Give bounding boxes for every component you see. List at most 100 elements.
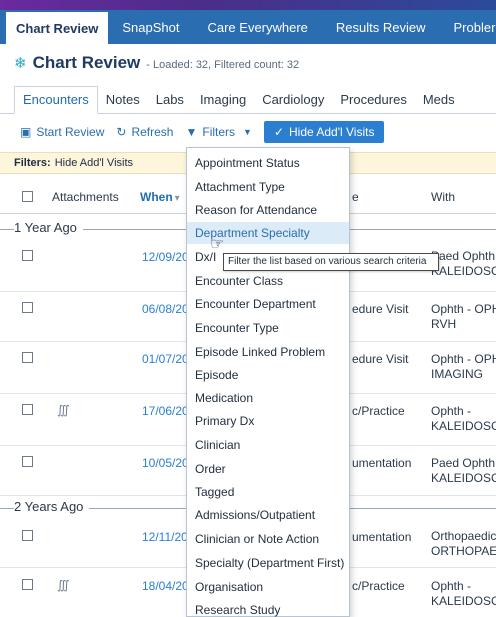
row-with: Ophth -KALEIDOSCO — [431, 579, 496, 609]
tab-chart-review[interactable]: Chart Review — [6, 10, 109, 44]
row-with: Paed OphthKALEIDOSCO — [431, 456, 496, 486]
tab-care-everywhere[interactable]: Care Everywhere — [193, 10, 321, 44]
row-type: c/Practice — [352, 404, 405, 418]
column-with[interactable]: With — [431, 190, 455, 204]
menu-item-encounter-type[interactable]: Encounter Type — [187, 317, 349, 339]
row-type: umentation — [352, 456, 412, 470]
start-review-label: Start Review — [36, 125, 105, 139]
menu-item-appointment-status[interactable]: Appointment Status — [187, 152, 349, 174]
hide-additional-visits-button[interactable]: ✓ Hide Add'l Visits — [263, 121, 385, 143]
tab-notes[interactable]: Notes — [98, 92, 148, 113]
menu-item-reason-for-attendance[interactable]: Reason for Attendance — [187, 199, 349, 221]
tab-imaging[interactable]: Imaging — [192, 92, 254, 113]
tooltip: Filter the list based on various search … — [223, 253, 439, 271]
row-with: Ophth - OPH IMAGING — [431, 352, 496, 382]
menu-item-tagged[interactable]: Tagged — [187, 481, 349, 503]
select-all-checkbox[interactable] — [22, 191, 33, 202]
menu-item-organisation[interactable]: Organisation — [187, 576, 349, 598]
row-with-line2: KALEIDOSCO — [431, 419, 496, 433]
row-with: Paed OphthKALEIDOSCO — [431, 249, 496, 279]
row-checkbox[interactable] — [22, 456, 33, 467]
row-when-link[interactable]: 12/09/20 — [142, 250, 189, 264]
menu-item-episode-linked-problem[interactable]: Episode Linked Problem — [187, 341, 349, 363]
row-with-line2: KALEIDOSCO — [431, 594, 496, 608]
caret-down-icon[interactable]: ▼ — [243, 127, 252, 137]
menu-item-episode[interactable]: Episode — [187, 364, 349, 386]
row-with: Ophth - OPH RVH — [431, 302, 496, 332]
refresh-label: Refresh — [131, 125, 174, 139]
tab-meds[interactable]: Meds — [415, 92, 463, 113]
row-type: umentation — [352, 530, 412, 544]
row-checkbox[interactable] — [22, 250, 33, 261]
tab-cardiology[interactable]: Cardiology — [254, 92, 332, 113]
refresh-button[interactable]: ↻ Refresh — [116, 125, 173, 139]
column-when[interactable]: When ▾ — [140, 190, 180, 204]
start-review-button[interactable]: ▣ Start Review — [20, 125, 104, 139]
row-with-line2: IMAGING — [431, 367, 484, 381]
menu-item-order[interactable]: Order — [187, 458, 349, 480]
page-header: ❄ Chart Review - Loaded: 32, Filtered co… — [0, 44, 496, 82]
row-checkbox[interactable] — [22, 352, 33, 363]
toolbar: ▣ Start Review ↻ Refresh ▼ Filters ▼ ✓ H… — [0, 118, 496, 146]
menu-item-clinician-or-note-action[interactable]: Clinician or Note Action — [187, 528, 349, 550]
column-attachments[interactable]: Attachments — [52, 190, 119, 204]
tab-encounters[interactable]: Encounters — [14, 86, 98, 114]
top-tab-bar: Chart Review SnapShot Care Everywhere Re… — [0, 10, 496, 44]
row-when-link[interactable]: 12/11/20 — [142, 530, 188, 544]
row-checkbox[interactable] — [22, 302, 33, 313]
menu-item-specialty-department-first[interactable]: Specialty (Department First) — [187, 552, 349, 574]
paperclip-icon[interactable]: ∭ — [57, 403, 70, 417]
tab-label: Care Everywhere — [207, 19, 308, 35]
pin-icon[interactable]: ❄ — [14, 54, 27, 72]
row-type: edure Visit — [352, 302, 409, 316]
tab-procedures[interactable]: Procedures — [332, 92, 414, 113]
row-with: Ophth -KALEIDOSCO — [431, 404, 496, 434]
menu-item-primary-dx[interactable]: Primary Dx — [187, 410, 349, 432]
tab-label: Results Review — [335, 19, 426, 35]
paperclip-icon[interactable]: ∭ — [57, 578, 70, 592]
row-with-line1: Ophth - OPH — [431, 352, 496, 366]
filters-button[interactable]: ▼ Filters — [185, 125, 235, 139]
filters-label: Filters — [202, 125, 236, 139]
row-when-link[interactable]: 06/08/20 — [142, 302, 189, 316]
row-when-link[interactable]: 01/07/20 — [142, 352, 189, 366]
sort-icon: ▾ — [174, 193, 180, 204]
row-checkbox[interactable] — [22, 404, 33, 415]
tab-problem-list[interactable]: Probler — [440, 10, 496, 44]
menu-item-encounter-department[interactable]: Encounter Department — [187, 293, 349, 315]
menu-item-attachment-type[interactable]: Attachment Type — [187, 176, 349, 198]
tab-labs[interactable]: Labs — [148, 92, 192, 113]
tab-label: Probler — [453, 19, 496, 35]
check-icon: ✓ — [273, 125, 285, 139]
row-checkbox[interactable] — [22, 579, 33, 590]
row-with-line1: Ophth - — [431, 579, 472, 593]
refresh-icon: ↻ — [116, 125, 127, 139]
tab-snapshot[interactable]: SnapShot — [108, 10, 193, 44]
menu-item-clinician[interactable]: Clinician — [187, 434, 349, 456]
menu-item-encounter-class[interactable]: Encounter Class — [187, 270, 349, 292]
menu-item-admissions-outpatient[interactable]: Admissions/Outpatient — [187, 504, 349, 526]
tab-results-review[interactable]: Results Review — [322, 10, 440, 44]
hide-visits-label: Hide Add'l Visits — [289, 125, 375, 139]
menu-item-medication[interactable]: Medication — [187, 387, 349, 409]
row-type: c/Practice — [352, 579, 405, 593]
row-type: edure Visit — [352, 352, 409, 366]
tab-label: Chart Review — [16, 20, 99, 36]
column-type[interactable]: e — [352, 190, 359, 204]
column-when-label: When — [140, 190, 173, 204]
filters-dropdown-menu: Appointment Status Attachment Type Reaso… — [186, 147, 350, 617]
row-with-line1: Paed Ophth — [431, 249, 496, 263]
row-when-link[interactable]: 17/06/20 — [142, 404, 189, 418]
row-when-link[interactable]: 10/05/20 — [142, 456, 189, 470]
group-label: 1 Year Ago — [14, 220, 83, 235]
row-with-line1: Ophth - — [431, 404, 472, 418]
row-with-line1: Ophth - OPH — [431, 302, 496, 316]
group-label: 2 Years Ago — [14, 499, 90, 514]
menu-item-research-study[interactable]: Research Study — [187, 599, 349, 617]
row-with: OrthopaedicORTHOPAED — [431, 529, 496, 559]
row-checkbox[interactable] — [22, 530, 33, 541]
filters-summary-label: Filters: — [14, 157, 51, 169]
row-when-link[interactable]: 18/04/20 — [142, 579, 189, 593]
activity-tabs: Encounters Notes Labs Imaging Cardiology… — [0, 84, 496, 114]
start-review-icon: ▣ — [20, 125, 32, 139]
